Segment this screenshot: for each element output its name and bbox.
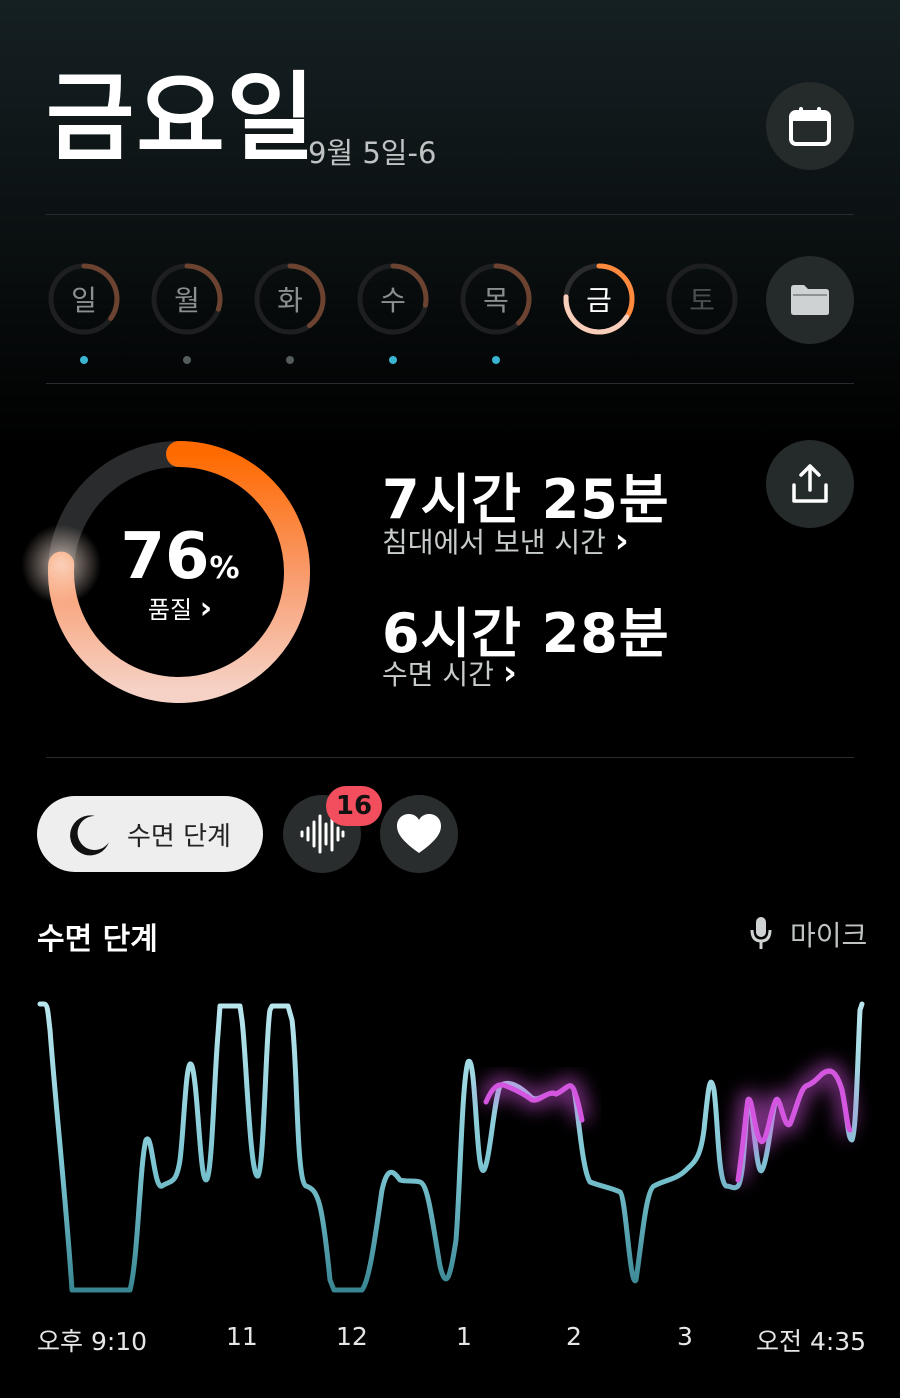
share-button[interactable] bbox=[766, 440, 854, 528]
day-status-dot bbox=[389, 356, 397, 364]
stages-title: 수면 단계 bbox=[37, 922, 158, 957]
chevron-right-icon: › bbox=[502, 653, 517, 693]
heart-icon bbox=[397, 814, 441, 853]
quality-ring-glow bbox=[21, 524, 102, 605]
quality-label: 품질 bbox=[147, 596, 193, 624]
day-ring-4[interactable]: 수 bbox=[355, 261, 431, 337]
day-ring-6[interactable]: 금 bbox=[561, 261, 637, 337]
day-ring-7[interactable]: 토 bbox=[664, 261, 740, 337]
page-title: 금요일 bbox=[46, 62, 317, 174]
sleep-time-label: 수면 시간 bbox=[382, 658, 494, 691]
day-label: 목 bbox=[483, 284, 509, 317]
folder-button[interactable] bbox=[766, 256, 854, 344]
x-label-3: 3 bbox=[677, 1322, 693, 1351]
day-label: 화 bbox=[277, 284, 303, 317]
sleep-stages-tab-label: 수면 단계 bbox=[127, 821, 231, 852]
time-in-bed-link[interactable]: 침대에서 보낸 시간 › bbox=[382, 521, 629, 561]
percent-sign: % bbox=[209, 551, 240, 586]
day-label: 토 bbox=[689, 284, 715, 317]
chevron-right-icon: › bbox=[199, 591, 213, 626]
header-divider bbox=[46, 214, 854, 215]
quality-value: 76% bbox=[120, 520, 240, 594]
summary-divider bbox=[46, 757, 854, 758]
rem-segments bbox=[477, 1062, 859, 1183]
day-ring-3[interactable]: 화 bbox=[252, 261, 328, 337]
x-label-2: 2 bbox=[566, 1322, 582, 1351]
day-ring-2[interactable]: 월 bbox=[149, 261, 225, 337]
quality-link[interactable]: 품질 › bbox=[140, 590, 220, 626]
week-divider bbox=[46, 383, 854, 384]
microphone-icon bbox=[750, 917, 772, 949]
calendar-button[interactable] bbox=[766, 82, 854, 170]
day-status-dot bbox=[183, 356, 191, 364]
day-status-dot bbox=[492, 356, 500, 364]
date-range: 9월 5일-6 bbox=[308, 136, 437, 170]
day-status-dot bbox=[286, 356, 294, 364]
share-icon bbox=[792, 464, 828, 503]
day-label: 수 bbox=[380, 284, 406, 317]
microphone-button[interactable]: 마이크 bbox=[790, 914, 867, 954]
calendar-icon bbox=[789, 107, 831, 146]
quality-percent: 76 bbox=[120, 520, 210, 594]
day-ring-5[interactable]: 목 bbox=[458, 261, 534, 337]
x-label-start: 오후 9:10 bbox=[37, 1327, 148, 1356]
x-label-12: 12 bbox=[336, 1322, 368, 1351]
day-label: 금 bbox=[586, 284, 612, 317]
sleep-time-link[interactable]: 수면 시간 › bbox=[382, 653, 517, 693]
chevron-right-icon: › bbox=[614, 521, 629, 561]
sleep-stage-graph[interactable] bbox=[0, 990, 900, 1310]
moon-icon bbox=[70, 815, 109, 856]
x-label-1: 1 bbox=[456, 1322, 472, 1351]
audio-count-badge: 16 bbox=[326, 786, 382, 826]
day-ring-1[interactable]: 일 bbox=[46, 261, 122, 337]
day-label: 일 bbox=[71, 284, 97, 317]
day-label: 월 bbox=[174, 284, 200, 317]
sleep-stages-tab[interactable]: 수면 단계 bbox=[37, 796, 263, 872]
x-label-end: 오전 4:35 bbox=[756, 1327, 867, 1356]
day-status-dot bbox=[80, 356, 88, 364]
x-label-11: 11 bbox=[226, 1322, 258, 1351]
time-in-bed-label: 침대에서 보낸 시간 bbox=[382, 526, 606, 559]
heart-rate-tab[interactable] bbox=[380, 795, 458, 873]
folder-icon bbox=[791, 285, 829, 315]
